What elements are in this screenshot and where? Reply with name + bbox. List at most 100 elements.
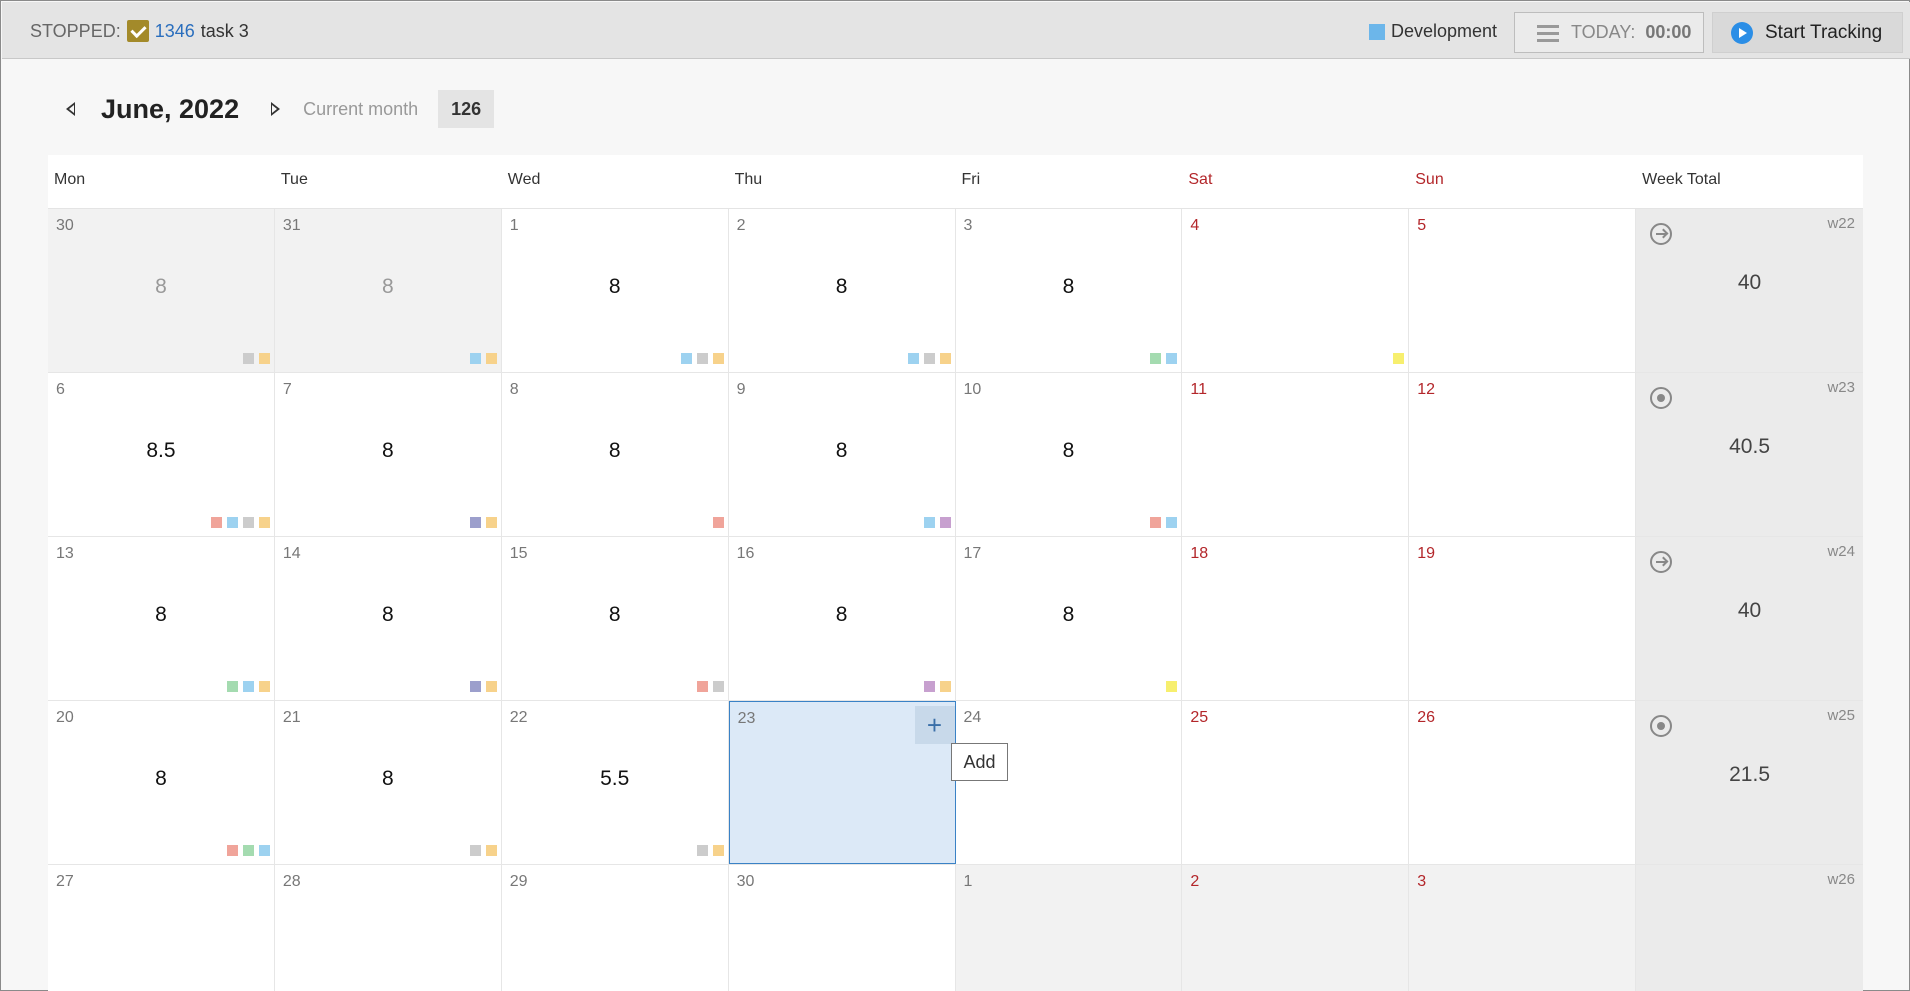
day-number: 5	[1417, 217, 1427, 234]
day-number: 12	[1417, 381, 1436, 398]
weekday-header: Sun	[1415, 171, 1444, 188]
day-hours: 8.5	[146, 439, 176, 462]
current-month-button[interactable]: Current month	[303, 99, 418, 120]
day-number: 3	[1417, 873, 1427, 890]
tracking-status: STOPPED: 1346 task 3	[30, 20, 249, 42]
project-selector[interactable]: Development	[1369, 21, 1497, 42]
project-swatch	[939, 353, 951, 364]
project-swatches	[680, 353, 724, 364]
day-cell[interactable]: 5	[1409, 209, 1637, 372]
day-cell[interactable]: 27	[48, 865, 275, 991]
day-hours: 5.5	[600, 767, 630, 790]
day-cell[interactable]: 25	[1182, 701, 1410, 864]
day-cell[interactable]: 78	[274, 373, 502, 536]
day-cell[interactable]: 98	[728, 373, 956, 536]
day-cell[interactable]: 17 8	[955, 537, 1183, 700]
day-cell[interactable]: 30	[728, 865, 956, 991]
project-swatch	[696, 845, 708, 856]
project-swatches	[469, 353, 497, 364]
day-number: 30	[56, 217, 74, 234]
day-cell[interactable]: 26	[1409, 701, 1637, 864]
day-cell[interactable]: 30 8	[48, 209, 275, 372]
project-swatch	[1393, 353, 1405, 364]
day-cell[interactable]: 23 +	[728, 701, 956, 864]
project-swatches	[469, 845, 497, 856]
week-number: w23	[1827, 379, 1855, 396]
week-total-hours: 21.5	[1729, 763, 1770, 786]
top-bar: STOPPED: 1346 task 3 Development TODAY: …	[2, 2, 1910, 59]
list-icon	[1537, 24, 1559, 42]
task-id-link[interactable]: 1346	[155, 21, 195, 42]
project-swatches	[226, 681, 270, 692]
day-hours: 8	[381, 603, 394, 626]
day-number: 26	[1417, 709, 1436, 726]
day-number: 8	[509, 381, 519, 398]
start-tracking-button[interactable]: Start Tracking	[1712, 12, 1903, 53]
start-tracking-label: Start Tracking	[1765, 21, 1883, 43]
day-cell[interactable]: 28	[274, 865, 502, 991]
day-number: 13	[56, 545, 74, 562]
project-swatch	[210, 517, 222, 528]
week-row: 30 8 31 8 1 8 2 8 3 8 4 5 w22 40	[48, 209, 1863, 373]
project-swatch	[469, 353, 481, 364]
day-cell[interactable]: 20 8	[48, 701, 275, 864]
project-swatches	[226, 845, 270, 856]
day-number: 15	[509, 545, 528, 562]
day-hours: 8	[835, 439, 848, 462]
day-number: 3	[963, 217, 973, 234]
day-cell[interactable]: 28	[728, 209, 956, 372]
project-swatch	[1166, 517, 1178, 528]
day-cell[interactable]: 6 8.5	[48, 373, 275, 536]
day-cell[interactable]: 15 8	[501, 537, 729, 700]
day-cell[interactable]: 1	[955, 865, 1183, 991]
day-cell[interactable]: 19	[1409, 537, 1637, 700]
task-done-checkbox-icon[interactable]	[126, 20, 149, 42]
day-cell[interactable]: 21 8	[274, 701, 502, 864]
day-cell[interactable]: 10 8	[955, 373, 1183, 536]
project-swatches	[469, 681, 497, 692]
day-cell[interactable]: 14 8	[274, 537, 502, 700]
day-cell[interactable]: 12	[1409, 373, 1637, 536]
project-swatch	[680, 353, 692, 364]
day-cell[interactable]: 31 8	[274, 209, 502, 372]
project-swatches	[1393, 353, 1405, 364]
radio-dot-icon[interactable]	[1650, 387, 1673, 409]
day-hours: 8	[608, 439, 621, 462]
day-number: 17	[963, 545, 982, 562]
day-cell[interactable]: 29	[501, 865, 729, 991]
day-cell[interactable]: 18	[501, 209, 729, 372]
project-swatch	[485, 845, 497, 856]
project-swatch	[1166, 681, 1178, 692]
day-cell[interactable]: 18	[1182, 537, 1410, 700]
add-entry-button[interactable]: +	[914, 706, 955, 744]
project-swatch	[712, 681, 724, 692]
day-number: 20	[56, 709, 74, 726]
day-cell[interactable]: 24	[955, 701, 1183, 864]
project-swatches	[712, 517, 724, 528]
day-cell[interactable]: 4	[1182, 209, 1410, 372]
week-total-cell: w23 40.5	[1636, 373, 1863, 536]
day-cell[interactable]: 22 5.5	[501, 701, 729, 864]
day-cell[interactable]: 3	[1409, 865, 1637, 991]
day-cell[interactable]: 38	[955, 209, 1183, 372]
arrow-circle-icon[interactable]	[1650, 551, 1673, 573]
project-swatch	[712, 517, 724, 528]
day-number: 14	[282, 545, 301, 562]
add-tooltip: Add	[951, 743, 1008, 781]
project-swatch	[485, 681, 497, 692]
day-cell[interactable]: 11	[1182, 373, 1410, 536]
arrow-circle-icon[interactable]	[1650, 223, 1673, 245]
today-summary[interactable]: TODAY: 00:00	[1514, 12, 1704, 53]
day-cell[interactable]: 13 8	[48, 537, 275, 700]
project-swatches	[210, 517, 270, 528]
next-month-button[interactable]	[265, 99, 285, 119]
day-cell[interactable]: 16 8	[728, 537, 956, 700]
week-total-cell: w22 40	[1636, 209, 1863, 372]
day-cell[interactable]: 88	[501, 373, 729, 536]
previous-month-button[interactable]	[61, 99, 81, 119]
day-hours: 8	[155, 275, 167, 298]
day-number: 24	[963, 709, 982, 726]
project-swatch	[258, 353, 270, 364]
day-cell[interactable]: 2	[1182, 865, 1410, 991]
radio-dot-icon[interactable]	[1650, 715, 1673, 737]
